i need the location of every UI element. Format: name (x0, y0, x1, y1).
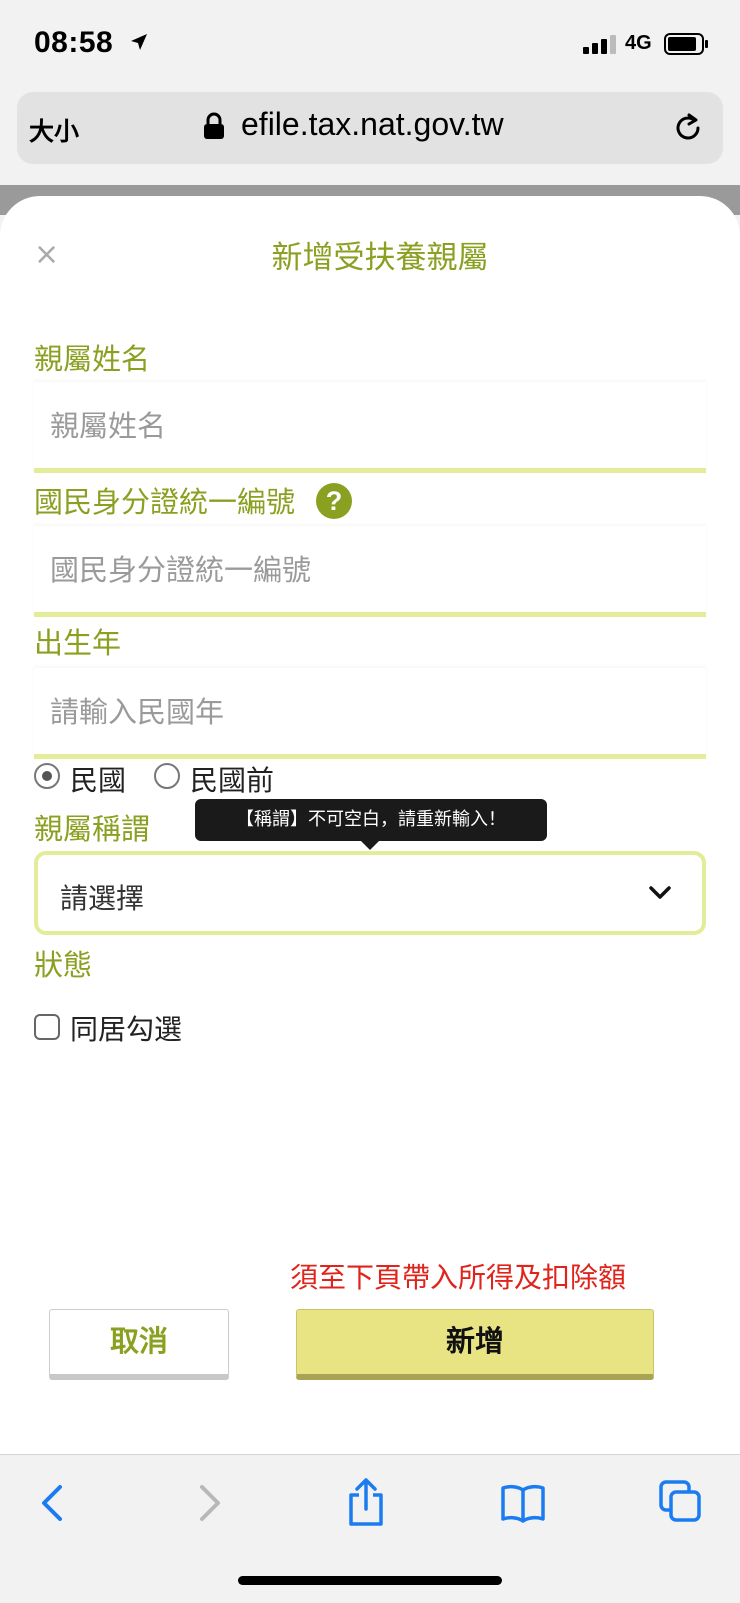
url-text[interactable]: efile.tax.nat.gov.tw (241, 106, 504, 143)
help-icon[interactable]: ? (316, 483, 352, 519)
signal-icon (583, 35, 616, 54)
id-number-input[interactable] (48, 552, 692, 588)
birth-year-label: 出生年 (34, 626, 122, 660)
text-size-button[interactable]: 大小 (29, 112, 79, 148)
tabs-icon[interactable] (658, 1479, 702, 1523)
birth-field-wrapper (34, 668, 706, 759)
relation-select[interactable]: 請選擇 (34, 851, 706, 935)
dialog-title: 新增受扶養親屬 (271, 240, 489, 276)
error-tooltip: 【稱謂】不可空白，請重新輸入！ (195, 799, 547, 850)
name-input[interactable] (48, 408, 692, 444)
status-label: 狀態 (34, 948, 93, 982)
location-arrow-icon (131, 34, 147, 50)
home-indicator (238, 1576, 502, 1585)
forward-icon[interactable] (194, 1483, 224, 1523)
back-icon[interactable] (38, 1483, 68, 1523)
cohabit-checkbox[interactable] (34, 1014, 60, 1040)
cohabit-label[interactable]: 同居勾選 (70, 1008, 182, 1048)
era-roc-label[interactable]: 民國 (70, 759, 126, 799)
era-radio-pre-roc[interactable] (154, 763, 180, 789)
era-radio-roc[interactable] (34, 763, 60, 789)
address-bar[interactable]: 大小 efile.tax.nat.gov.tw (17, 92, 723, 164)
share-icon[interactable] (346, 1477, 386, 1527)
id-field-wrapper (34, 526, 706, 617)
reload-icon[interactable] (673, 112, 703, 144)
bookmarks-icon[interactable] (500, 1483, 546, 1523)
add-dependent-dialog: × 新增受扶養親屬 親屬姓名 國民身分證統一編號 ? 出生年 民國 民國前 親屬… (0, 196, 740, 1454)
relation-label: 親屬稱謂 (34, 812, 151, 846)
cancel-button[interactable]: 取消 (49, 1309, 229, 1380)
relation-select-value: 請選擇 (60, 882, 145, 915)
id-number-label: 國民身分證統一編號 (34, 485, 296, 519)
battery-icon (664, 33, 708, 55)
income-deduction-note: 須至下頁帶入所得及扣除額 (290, 1261, 627, 1294)
status-bar: 08:58 4G (0, 0, 740, 90)
chevron-down-icon (649, 886, 671, 899)
lock-icon (204, 112, 224, 139)
era-pre-roc-label[interactable]: 民國前 (190, 759, 274, 799)
add-button[interactable]: 新增 (296, 1309, 654, 1380)
birth-year-input[interactable] (48, 694, 692, 730)
name-field-wrapper (34, 382, 706, 473)
network-type: 4G (625, 32, 652, 54)
status-time: 08:58 (34, 26, 114, 59)
name-label: 親屬姓名 (34, 342, 151, 376)
